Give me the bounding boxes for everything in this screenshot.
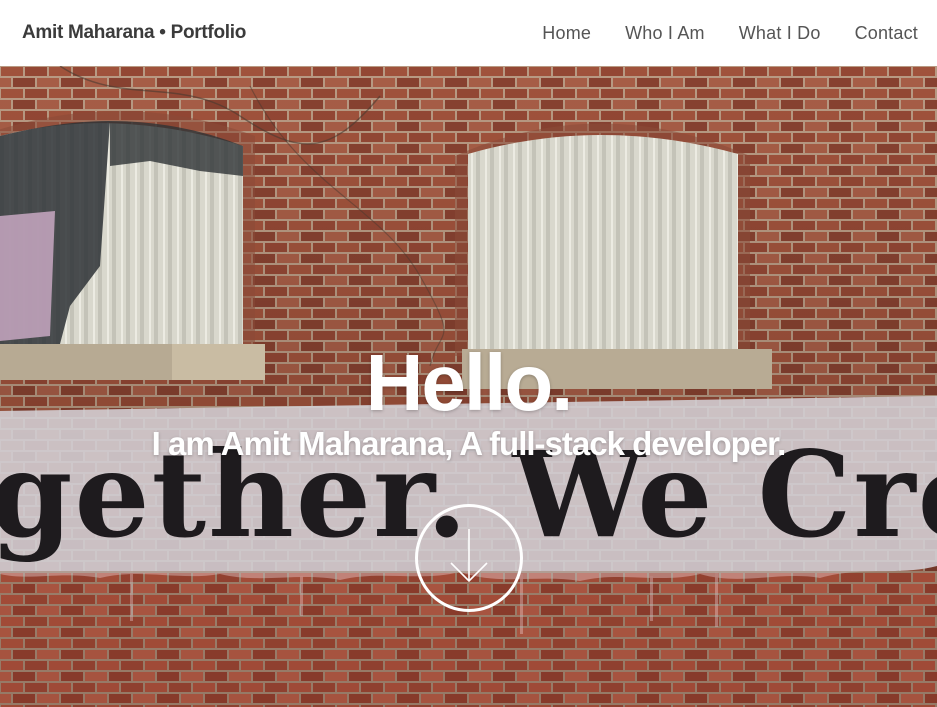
hero-title: Hello. — [365, 338, 574, 427]
nav-what-i-do[interactable]: What I Do — [739, 23, 821, 44]
nav-contact[interactable]: Contact — [855, 23, 918, 44]
scroll-down-button[interactable] — [415, 504, 523, 612]
hero-subtitle: I am Amit Maharana, A full-stack develop… — [151, 425, 787, 462]
main-nav: Home Who I Am What I Do Contact — [542, 23, 918, 44]
nav-who-i-am[interactable]: Who I Am — [625, 23, 705, 44]
site-brand[interactable]: Amit Maharana • Portfolio — [22, 22, 246, 44]
arrow-down-icon — [450, 529, 488, 583]
nav-home[interactable]: Home — [542, 23, 591, 44]
hero-section: gether. We Crea Hello. I am Amit Maharan… — [0, 66, 937, 707]
site-header: Amit Maharana • Portfolio Home Who I Am … — [0, 0, 937, 66]
